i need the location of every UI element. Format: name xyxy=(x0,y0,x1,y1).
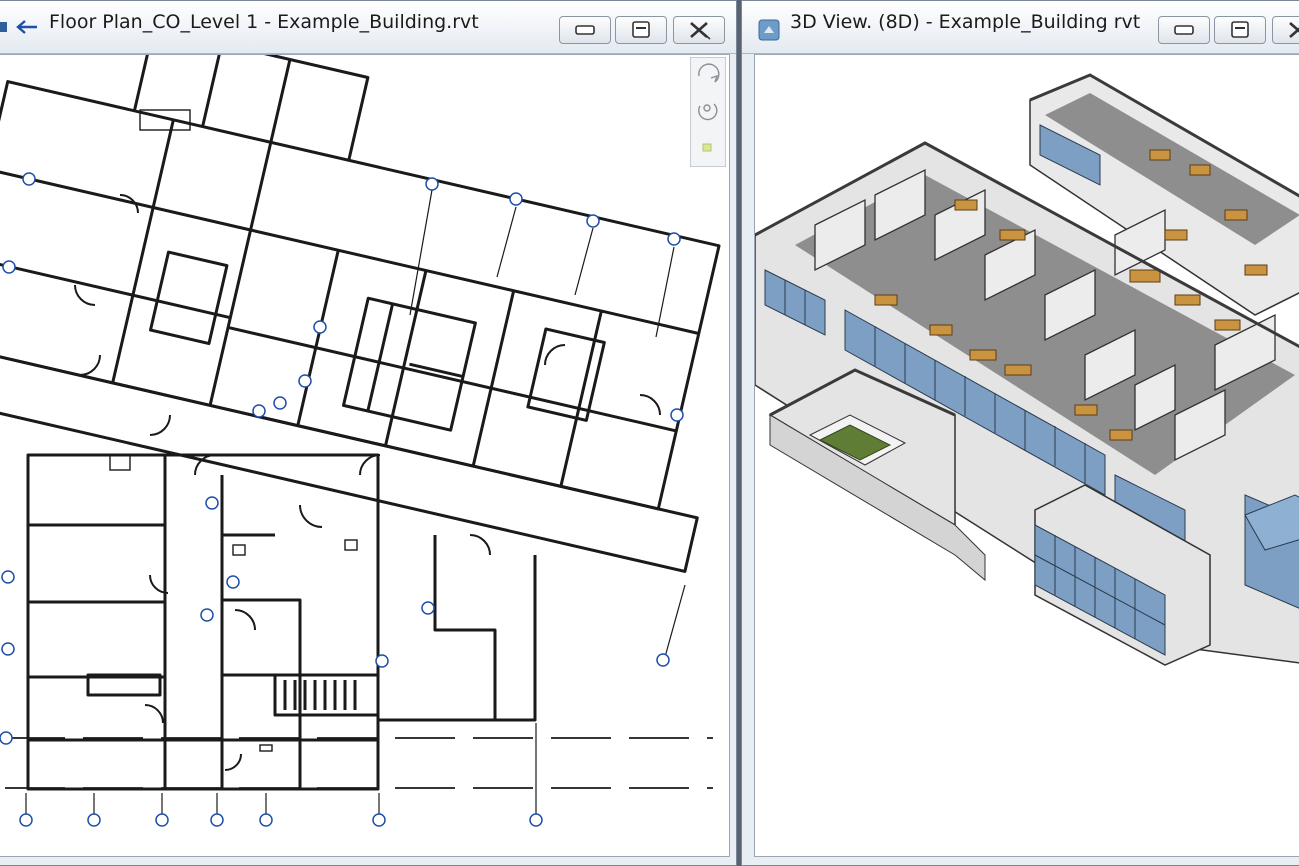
3d-view-icon[interactable] xyxy=(758,19,780,41)
floor-plan-title: Floor Plan_CO_Level 1 - Example_Building… xyxy=(49,11,479,33)
floor-plan-titlebar[interactable]: Floor Plan_CO_Level 1 - Example_Building… xyxy=(0,1,736,54)
3d-view-window: 3D View. (8D) - Example_Building rvt xyxy=(741,0,1299,866)
zoom-region-icon xyxy=(702,143,712,152)
close-button[interactable] xyxy=(673,16,725,44)
minimize-button[interactable] xyxy=(559,16,611,44)
minimize-icon xyxy=(575,25,595,35)
navigation-bar xyxy=(690,57,726,167)
minimize-icon xyxy=(1174,25,1194,35)
navigation-bar-icons xyxy=(698,63,720,152)
3d-view-title: 3D View. (8D) - Example_Building rvt xyxy=(790,11,1141,33)
restore-button[interactable] xyxy=(615,16,667,44)
close-icon xyxy=(1289,22,1299,38)
minimize-button[interactable] xyxy=(1158,16,1210,44)
3d-view-titlebar[interactable]: 3D View. (8D) - Example_Building rvt xyxy=(742,1,1299,54)
restore-icon xyxy=(1231,21,1249,38)
3d-model-drawing[interactable] xyxy=(754,55,1299,860)
close-icon xyxy=(690,22,711,40)
back-arrow-icon[interactable] xyxy=(15,19,39,35)
floor-plan-window: Floor Plan_CO_Level 1 - Example_Building… xyxy=(0,0,737,866)
3d-model-canvas[interactable] xyxy=(754,54,1299,857)
floor-plan-drawing[interactable] xyxy=(0,26,733,860)
restore-icon xyxy=(632,21,650,38)
gridline-tags xyxy=(0,172,684,827)
app-menu-icon[interactable] xyxy=(0,22,7,32)
floor-plan-canvas[interactable] xyxy=(0,26,733,860)
close-button[interactable] xyxy=(1272,16,1299,44)
orbit-icon xyxy=(698,103,718,121)
restore-button[interactable] xyxy=(1214,16,1266,44)
